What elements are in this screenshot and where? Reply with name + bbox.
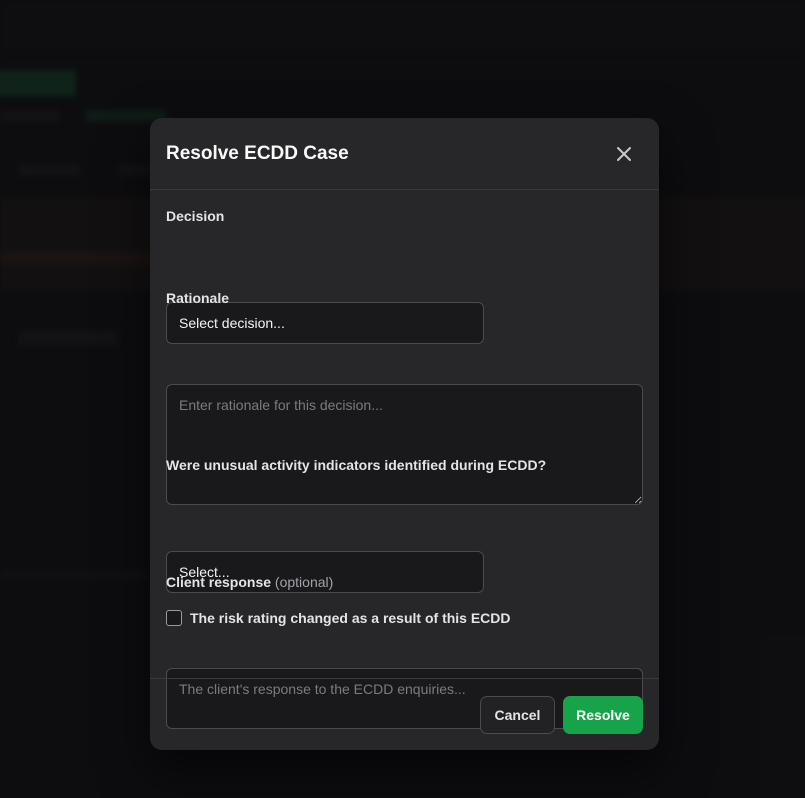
client-response-label: Client response (optional) — [166, 574, 333, 590]
client-response-optional: (optional) — [274, 574, 334, 590]
rationale-label: Rationale — [166, 290, 230, 306]
decision-label: Decision — [166, 208, 225, 224]
close-button[interactable] — [610, 140, 638, 168]
close-icon — [617, 146, 631, 161]
decision-select[interactable]: Select decision... — [166, 302, 484, 344]
unusual-activity-label: Were unusual activity indicators identif… — [166, 457, 547, 473]
modal-title: Resolve ECDD Case — [166, 142, 349, 164]
client-response-label-text: Client response — [166, 574, 272, 590]
modal-footer: Cancel Resolve — [150, 678, 659, 750]
resolve-ecdd-modal: Resolve ECDD Case Decision Select decisi… — [150, 118, 659, 750]
cancel-button[interactable]: Cancel — [480, 696, 555, 734]
risk-rating-checkbox-label[interactable]: The risk rating changed as a result of t… — [190, 610, 511, 626]
resolve-button[interactable]: Resolve — [563, 696, 643, 734]
modal-header: Resolve ECDD Case — [150, 118, 659, 190]
risk-rating-checkbox-row[interactable]: The risk rating changed as a result of t… — [166, 610, 511, 626]
risk-rating-checkbox[interactable] — [166, 610, 182, 626]
decision-select-value: Select decision... — [179, 315, 285, 331]
rationale-textarea[interactable] — [166, 384, 643, 505]
modal-body: Decision Select decision... Rationale We… — [150, 190, 659, 729]
